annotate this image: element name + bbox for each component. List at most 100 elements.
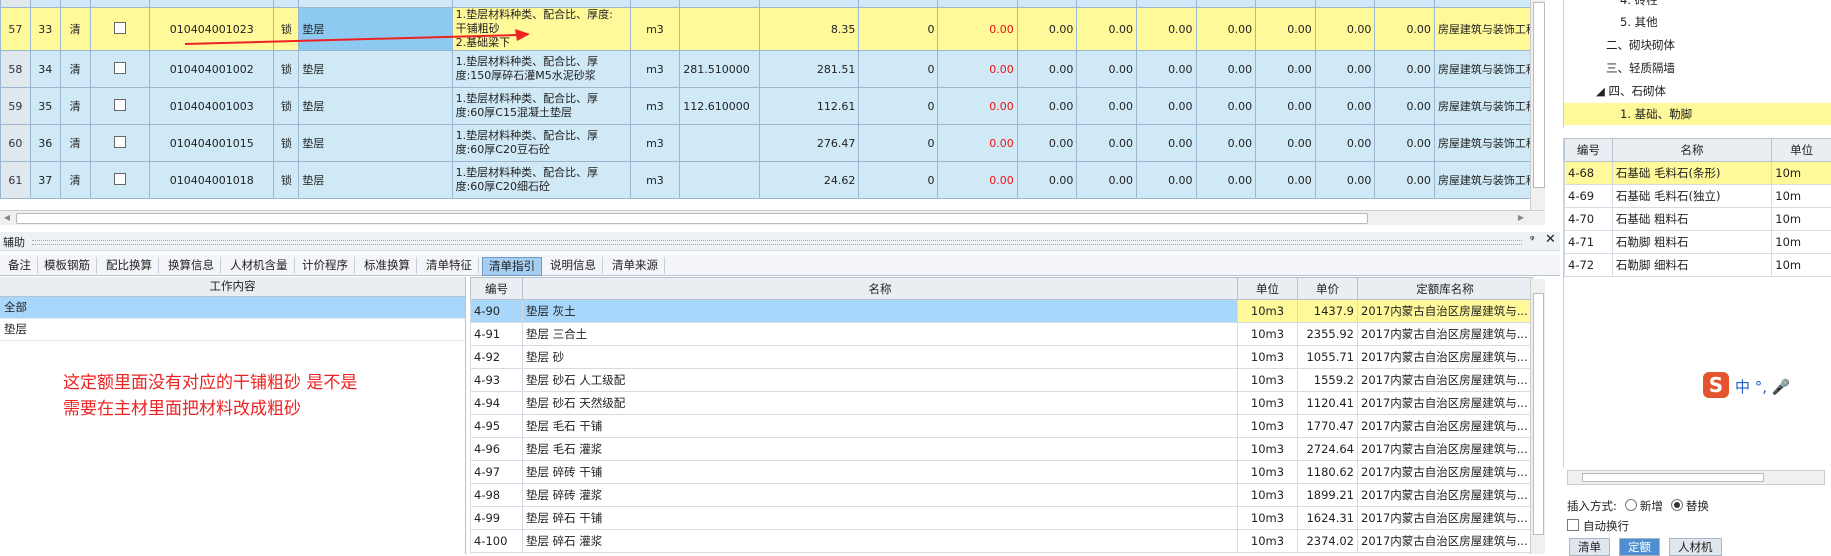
table-row[interactable]: 4-97垫层 碎砖 干铺10m31180.622017内蒙古自治区房屋建筑与..… [471,461,1533,484]
tree-item-expanded[interactable]: ◢ 四、石砌体 [1596,80,1666,102]
code-cell[interactable]: 010404001002 [149,51,274,88]
radio-replace[interactable] [1671,499,1683,511]
table-row[interactable]: 4-70石基础 粗料石10m [1565,208,1831,231]
col-unit-header[interactable]: 单位 [1238,278,1298,300]
row-checkbox[interactable] [114,136,126,148]
quota-rows: 4-90垫层 灰土10m31437.92017内蒙古自治区房屋建筑与...4-9… [471,300,1533,553]
table-row[interactable]: 4-99垫层 碎石 干铺10m31624.312017内蒙古自治区房屋建筑与..… [471,507,1533,530]
tab-aux-5[interactable]: 计价程序 [296,257,355,274]
scroll-thumb[interactable] [1582,473,1764,482]
tree-item[interactable]: 三、轻质隔墙 [1606,57,1675,79]
auto-wrap-checkbox[interactable] [1567,519,1579,531]
ime-status[interactable]: 中 °, 🎤 [1735,376,1790,397]
code-cell[interactable]: 010404001015 [149,125,274,162]
code-cell[interactable]: 010404001018 [149,162,274,199]
radio-new[interactable] [1625,499,1637,511]
tab-aux-8[interactable]: 清单指引 [482,257,542,276]
row-checkbox[interactable] [114,173,126,185]
tab-aux-9[interactable]: 说明信息 [544,257,603,274]
scroll-thumb[interactable] [16,213,1368,224]
table-row[interactable]: 4-93垫层 砂石 人工级配10m31559.22017内蒙古自治区房屋建筑与.… [471,369,1533,392]
table-row[interactable]: 58 34 清 010404001002 锁 垫层 1.垫层材料种类、配合比、厚… [1,51,1545,88]
table-row[interactable]: 4-100垫层 碎石 灌浆10m32374.022017内蒙古自治区房屋建筑与.… [471,530,1533,553]
table-row[interactable]: 4-95垫层 毛石 干铺10m31770.472017内蒙古自治区房屋建筑与..… [471,415,1533,438]
scroll-thumb[interactable] [1533,293,1544,535]
tab-aux-7[interactable]: 清单特征 [420,257,479,274]
table-row[interactable]: 60 36 清 010404001015 锁 垫层 1.垫层材料种类、配合比、厚… [1,125,1545,162]
row-checkbox[interactable] [114,22,126,34]
close-icon[interactable]: ✕ [1545,232,1556,247]
col-code-header[interactable]: 编号 [471,278,523,300]
table-row[interactable]: 4-72石勒脚 细料石10m [1565,254,1831,277]
quota-price-cell: 1055.71 [1298,346,1358,369]
code-cell[interactable]: 010404001003 [149,88,274,125]
name-cell[interactable]: 垫层 [299,88,452,125]
top-horizontal-scrollbar[interactable]: ◀ ▶ [0,210,1545,225]
work-item-cushion[interactable]: 垫层 [0,319,465,341]
quota-price-cell: 1770.47 [1298,415,1358,438]
desc-cell[interactable]: 1.垫层材料种类、配合比、厚度:150厚碎石灌M5水泥砂浆 [452,51,630,88]
table-row[interactable]: 4-94垫层 砂石 天然级配10m31120.412017内蒙古自治区房屋建筑与… [471,392,1533,415]
qty-cell[interactable]: 8.35 [760,8,859,51]
tree-item[interactable]: 二、砌块砌体 [1606,34,1675,56]
sogou-logo-icon[interactable]: S [1703,372,1729,398]
name-cell[interactable]: 垫层 [299,125,452,162]
table-row[interactable]: 4-71石勒脚 粗料石10m [1565,231,1831,254]
tree-item[interactable]: 5. 其他 [1620,11,1658,33]
ime-toolbar[interactable]: S 中 °, 🎤 [1703,372,1831,402]
desc-cell[interactable]: 1.垫层材料种类、配合比、厚度:60厚C20豆石砼 [452,125,630,162]
quota-lib-cell: 2017内蒙古自治区房屋建筑与... [1358,507,1533,530]
table-row[interactable]: 4-91垫层 三合土10m32355.922017内蒙古自治区房屋建筑与... [471,323,1533,346]
col-name-header[interactable]: 名称 [523,278,1238,300]
row-number: 61 [1,162,31,199]
tab-aux-0[interactable]: 备注 [2,257,38,274]
top-vertical-scrollbar[interactable] [1530,0,1545,210]
table-row[interactable]: 4-96垫层 毛石 灌浆10m32724.642017内蒙古自治区房屋建筑与..… [471,438,1533,461]
tab-aux-3[interactable]: 换算信息 [162,257,221,274]
tree-item[interactable]: 4. 砖柱 [1620,0,1658,11]
table-row[interactable]: 4-68石基础 毛料石(条形)10m [1565,162,1831,185]
name-cell[interactable]: 垫层 [299,162,452,199]
right-horizontal-scrollbar[interactable] [1567,470,1825,485]
scroll-right-icon[interactable]: ▶ [1514,211,1528,225]
quota-vertical-scrollbar[interactable] [1530,279,1545,554]
tab-aux-2[interactable]: 配比换算 [100,257,159,274]
desc-cell[interactable]: 1.垫层材料种类、配合比、厚度:干铺粗砂2.基础梁下 [452,8,630,51]
table-row[interactable]: 4-69石基础 毛料石(独立)10m [1565,185,1831,208]
quota-code-cell: 4-92 [471,346,523,369]
table-row[interactable] [1,0,1545,8]
desc-cell[interactable]: 1.垫层材料种类、配合比、厚度:60厚C20细石砼 [452,162,630,199]
scroll-left-icon[interactable]: ◀ [0,211,14,225]
table-row[interactable]: 61 37 清 010404001018 锁 垫层 1.垫层材料种类、配合比、厚… [1,162,1545,199]
quota-guide-table: 编号 名称 单位 单价 定额库名称 4-90垫层 灰土10m31437.9201… [470,277,1545,554]
tab-aux-1[interactable]: 模板钢筋 [38,257,97,274]
table-row[interactable]: 4-92垫层 砂10m31055.712017内蒙古自治区房屋建筑与... [471,346,1533,369]
table-row[interactable]: 4-98垫层 碎砖 灌浆10m31899.212017内蒙古自治区房屋建筑与..… [471,484,1533,507]
pin-icon[interactable]: ᵠ [1530,233,1535,246]
quota-price-cell: 2355.92 [1298,323,1358,346]
tab-aux-4[interactable]: 人材机含量 [224,257,295,274]
tab-bill[interactable]: 清单 [1569,538,1610,556]
tab-labor-material[interactable]: 人材机 [1669,538,1722,556]
code-cell[interactable]: 010404001023 [149,8,274,51]
tab-aux-10[interactable]: 清单来源 [606,257,665,274]
tab-quota[interactable]: 定额 [1619,538,1660,556]
tree-item-selected[interactable]: 1. 基础、勒脚 [1564,103,1831,125]
drag-grip[interactable] [32,240,1522,245]
tab-aux-6[interactable]: 标准换算 [358,257,417,274]
work-item-all[interactable]: 全部 [0,297,465,319]
table-row[interactable]: 59 35 清 010404001003 锁 垫层 1.垫层材料种类、配合比、厚… [1,88,1545,125]
qty-expr-cell[interactable] [680,8,760,51]
name-cell[interactable]: 垫层 [299,51,452,88]
table-row[interactable]: 57 33 清 010404001023 锁 垫层 1.垫层材料种类、配合比、厚… [1,8,1545,51]
row-checkbox[interactable] [114,99,126,111]
scroll-thumb[interactable] [1533,2,1545,188]
aux-panel-header: 辅助 ᵠ ✕ [0,232,1560,251]
col-lib-header[interactable]: 定额库名称 [1358,278,1533,300]
table-row[interactable]: 4-90垫层 灰土10m31437.92017内蒙古自治区房屋建筑与... [471,300,1533,323]
col-price-header[interactable]: 单价 [1298,278,1358,300]
name-cell[interactable]: 垫层 [299,8,452,51]
expand-triangle-icon[interactable]: ◢ [1596,84,1605,98]
row-checkbox[interactable] [114,62,126,74]
desc-cell[interactable]: 1.垫层材料种类、配合比、厚度:60厚C15混凝土垫层 [452,88,630,125]
